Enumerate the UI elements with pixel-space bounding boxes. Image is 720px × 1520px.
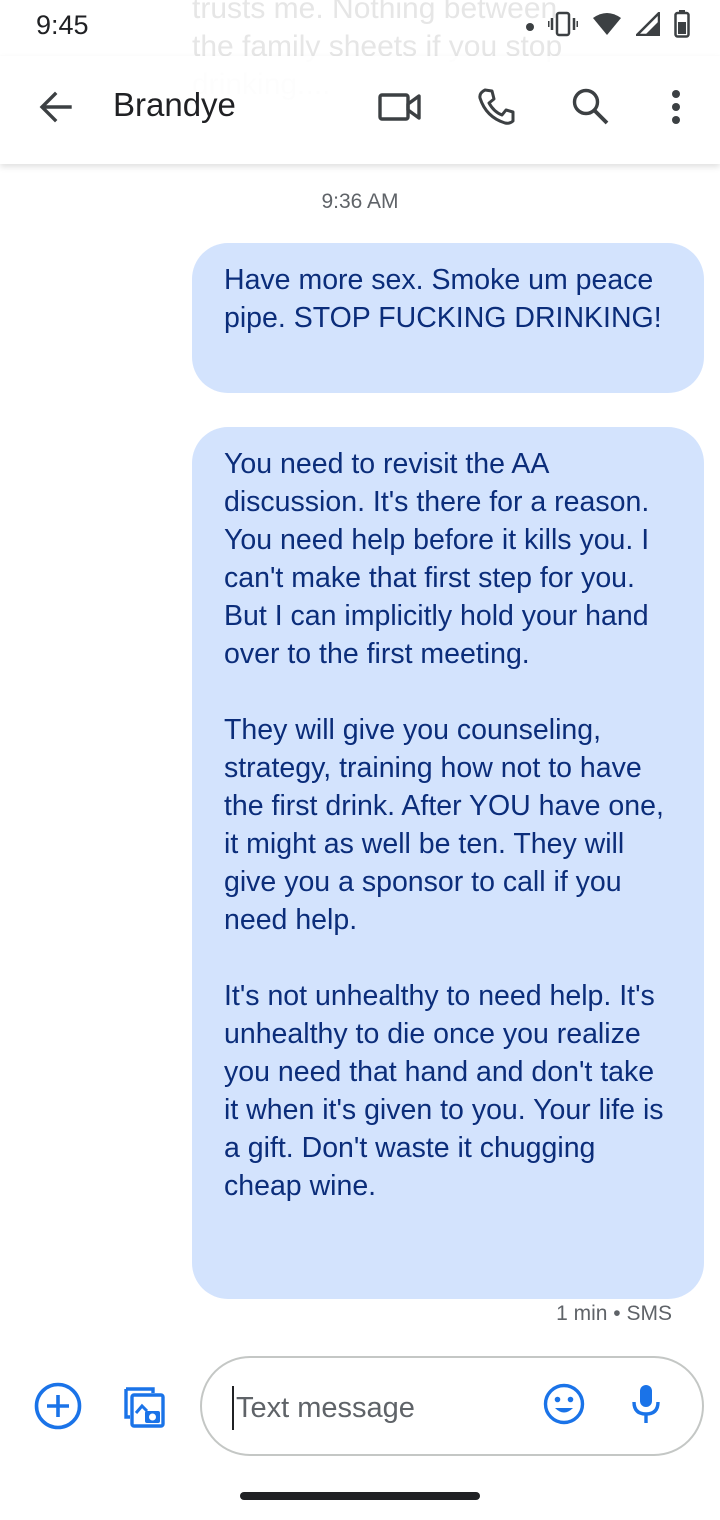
video-call-button[interactable] [372, 81, 428, 137]
voice-input-button[interactable] [620, 1380, 672, 1432]
phone-icon [476, 87, 516, 132]
back-arrow-icon [36, 87, 76, 132]
status-time: 9:45 [36, 10, 89, 40]
emoji-button[interactable] [538, 1380, 590, 1432]
contact-name[interactable]: Brandye [113, 86, 236, 124]
video-call-icon [378, 92, 422, 127]
messages-screen: trusts me. Nothing between the family sh… [0, 0, 720, 1520]
notification-dot-icon [526, 22, 534, 31]
search-icon [571, 87, 611, 132]
more-vert-icon [670, 89, 682, 130]
search-button[interactable] [563, 81, 619, 137]
status-bar: 9:45 [0, 0, 720, 56]
microphone-icon [628, 1382, 664, 1431]
attach-button[interactable] [30, 1380, 86, 1436]
app-bar: Brandye [0, 56, 720, 164]
vibrate-icon [547, 11, 579, 42]
gallery-button[interactable] [114, 1380, 170, 1436]
emoji-icon [542, 1382, 586, 1431]
outgoing-message-bubble[interactable]: You need to revisit the AA discussion. I… [192, 427, 704, 1299]
outgoing-message-bubble[interactable]: Have more sex. Smoke um peace pipe. STOP… [192, 243, 704, 393]
status-icons [526, 10, 690, 43]
voice-call-button[interactable] [468, 81, 524, 137]
message-composer [200, 1356, 704, 1456]
home-indicator[interactable] [240, 1492, 480, 1500]
conversation-timestamp: 9:36 AM [321, 190, 399, 213]
add-circle-icon [33, 1381, 83, 1436]
wifi-icon [592, 12, 622, 41]
more-options-button[interactable] [648, 81, 704, 137]
message-input[interactable] [232, 1386, 526, 1430]
cell-signal-icon [635, 11, 661, 41]
back-button[interactable] [28, 81, 84, 137]
photo-gallery-icon [117, 1381, 167, 1436]
message-status: 1 min • SMS [556, 1302, 672, 1325]
battery-icon [674, 10, 690, 43]
